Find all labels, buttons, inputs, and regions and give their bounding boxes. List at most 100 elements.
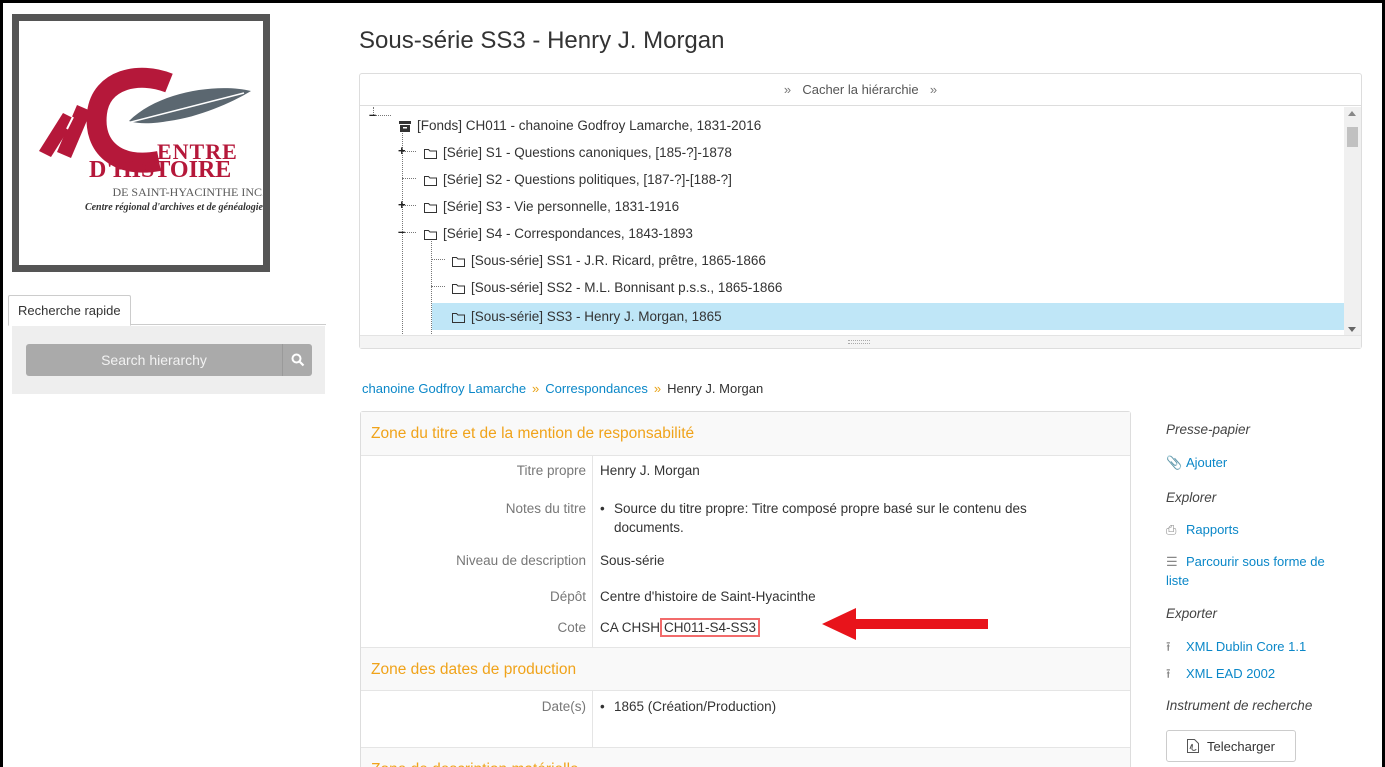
- breadcrumb-link-serie[interactable]: Correspondances: [545, 381, 648, 396]
- field-value-list: • 1865 (Création/Production): [600, 699, 776, 714]
- field-label: Dépôt: [549, 589, 586, 604]
- tree-item-label: [Série] S4 - Correspondances, 1843-1893: [443, 226, 693, 241]
- tree-item-ss3-selected[interactable]: [Sous-série] SS3 - Henry J. Morgan, 1865: [432, 303, 1345, 330]
- add-to-clipboard-link[interactable]: 📎 Ajouter: [1166, 455, 1227, 471]
- folder-icon: [424, 229, 437, 240]
- download-label: Telecharger: [1207, 738, 1275, 754]
- logo-text-tagline: Centre régional d'archives et de généalo…: [84, 202, 263, 213]
- tree-item-ss1[interactable]: [Sous-série] SS1 - J.R. Ricard, prêtre, …: [448, 247, 770, 274]
- cote-highlight: CH011-S4-SS3: [660, 618, 761, 637]
- field-label: Titre propre: [516, 463, 586, 478]
- tree-item-label: [Série] S2 - Questions politiques, [187-…: [443, 172, 732, 187]
- search-button[interactable]: [282, 344, 312, 376]
- expand-icon[interactable]: +: [398, 144, 406, 157]
- folder-icon: [424, 175, 437, 186]
- folder-icon: [452, 256, 465, 267]
- explore-heading: Explorer: [1166, 490, 1217, 505]
- xml-dublin-core-link[interactable]: ⭱ XML Dublin Core 1.1: [1166, 638, 1306, 660]
- tree-item-s3[interactable]: [Série] S3 - Vie personnelle, 1831-1916: [420, 193, 683, 220]
- bullet-icon: •: [600, 699, 605, 714]
- field-label: Cote: [557, 620, 586, 635]
- clipboard-heading: Presse-papier: [1166, 422, 1251, 437]
- link-label: Rapports: [1186, 522, 1239, 537]
- printer-icon: ⎙: [1166, 522, 1177, 537]
- tree-item-label: [Fonds] CH011 - chanoine Godfroy Lamarch…: [417, 118, 762, 133]
- depot-link[interactable]: Centre d'histoire de Saint-Hyacinthe: [600, 589, 816, 604]
- download-button[interactable]: Telecharger: [1166, 730, 1296, 762]
- zone-title-heading[interactable]: Zone du titre et de la mention de respon…: [361, 412, 1130, 456]
- hierarchy-panel: » Cacher la hiérarchie » – + + – [Fonds]…: [359, 73, 1362, 349]
- scrollbar-thumb[interactable]: [1347, 127, 1358, 147]
- scroll-up-icon[interactable]: [1348, 111, 1356, 116]
- field-value: Sous-série: [600, 553, 665, 568]
- collapse-icon[interactable]: –: [369, 108, 376, 121]
- tree-item-label: [Sous-série] SS1 - J.R. Ricard, prêtre, …: [471, 253, 766, 268]
- link-label: XML EAD 2002: [1186, 666, 1276, 681]
- browse-as-list-link[interactable]: ☰ Parcourir sous forme de liste: [1166, 552, 1325, 590]
- tab-quick-search[interactable]: Recherche rapide: [8, 295, 131, 326]
- tree-item-label: [Sous-série] SS2 - M.L. Bonnisant p.s.s.…: [471, 280, 783, 295]
- hide-hierarchy-toggle[interactable]: » Cacher la hiérarchie »: [360, 74, 1361, 106]
- field-label: Notes du titre: [505, 501, 586, 516]
- expand-icon[interactable]: +: [398, 198, 406, 211]
- grip-icon: [848, 340, 870, 344]
- field-value-list: • Source du titre propre: Titre composé p…: [600, 501, 1120, 540]
- tree-item-s2[interactable]: [Série] S2 - Questions politiques, [187-…: [420, 166, 736, 193]
- tree-item-label: [Série] S3 - Vie personnelle, 1831-1916: [443, 199, 680, 214]
- zone-dates-heading[interactable]: Zone des dates de production: [361, 647, 1130, 691]
- pdf-file-icon: [1187, 739, 1200, 753]
- hierarchy-resize-handle[interactable]: [360, 335, 1361, 348]
- logo-text-location: DE SAINT-HYACINTHE INC.: [112, 185, 265, 199]
- page-title: Sous-série SS3 - Henry J. Morgan: [359, 27, 725, 54]
- field-value: Source du titre propre: Titre composé pr…: [614, 501, 1027, 516]
- folder-icon: [424, 148, 437, 159]
- upload-icon: ⭱: [1166, 666, 1171, 681]
- bullet-icon: •: [600, 501, 605, 516]
- description-panel: Zone du titre et de la mention de respon…: [360, 411, 1131, 767]
- collapse-icon[interactable]: –: [398, 225, 405, 238]
- link-label: XML Dublin Core 1.1: [1186, 639, 1307, 654]
- tree-item-fonds[interactable]: [Fonds] CH011 - chanoine Godfroy Lamarch…: [395, 112, 765, 139]
- field-value-group: CA CHSH CH011-S4-SS3: [600, 618, 761, 637]
- reports-link[interactable]: ⎙ Rapports: [1166, 522, 1239, 538]
- logo-text-histoire: D'HISTOIRE: [89, 157, 232, 183]
- double-chevron-down-icon: »: [783, 82, 792, 97]
- link-label: Ajouter: [1186, 455, 1228, 470]
- archive-box-icon: [399, 120, 411, 132]
- field-value: 1865 (Création/Production): [614, 699, 777, 714]
- finding-aid-heading: Instrument de recherche: [1166, 698, 1313, 713]
- search-icon: [291, 353, 304, 367]
- scroll-down-icon[interactable]: [1348, 327, 1356, 332]
- export-heading: Exporter: [1166, 606, 1218, 621]
- upload-icon: ⭱: [1166, 639, 1171, 654]
- search-box: [26, 344, 312, 376]
- tree-item-label: [Série] S1 - Questions canoniques, [185-…: [443, 145, 732, 160]
- annotation-arrow-icon: [822, 608, 988, 640]
- sidebar-tabs: Recherche rapide: [8, 295, 326, 326]
- cote-prefix: CA CHSH: [600, 620, 661, 635]
- search-hierarchy-input[interactable]: [26, 344, 282, 376]
- tree-item-s1[interactable]: [Série] S1 - Questions canoniques, [185-…: [420, 139, 736, 166]
- search-panel: [12, 326, 325, 394]
- hide-hierarchy-label: Cacher la hiérarchie: [802, 82, 919, 97]
- tree-item-label: [Sous-série] SS3 - Henry J. Morgan, 1865: [471, 309, 722, 324]
- breadcrumb: chanoine Godfroy Lamarche » Correspondance…: [362, 381, 763, 396]
- double-chevron-down-icon: »: [929, 82, 938, 97]
- link-label: liste: [1166, 573, 1190, 588]
- tree-scrollbar[interactable]: [1344, 107, 1361, 336]
- breadcrumb-link-fonds[interactable]: chanoine Godfroy Lamarche: [362, 381, 526, 396]
- field-value: Henry J. Morgan: [600, 463, 700, 478]
- tree-item-ss2[interactable]: [Sous-série] SS2 - M.L. Bonnisant p.s.s.…: [448, 274, 786, 301]
- paperclip-icon: 📎: [1166, 455, 1183, 470]
- breadcrumb-current: Henry J. Morgan: [667, 381, 764, 396]
- field-label: Niveau de description: [456, 553, 586, 568]
- logo[interactable]: ENTRE D'HISTOIRE DE SAINT-HYACINTHE INC.…: [12, 14, 270, 272]
- zone-materielle-heading[interactable]: Zone de description matérielle: [361, 747, 1130, 767]
- folder-icon: [452, 312, 465, 323]
- list-icon: ☰: [1166, 554, 1178, 569]
- breadcrumb-separator-icon: »: [532, 381, 540, 396]
- breadcrumb-separator-icon: »: [653, 381, 662, 396]
- tree-item-s4[interactable]: [Série] S4 - Correspondances, 1843-1893: [420, 220, 697, 247]
- field-value: documents.: [614, 520, 684, 535]
- xml-ead-link[interactable]: ⭱ XML EAD 2002: [1166, 665, 1275, 687]
